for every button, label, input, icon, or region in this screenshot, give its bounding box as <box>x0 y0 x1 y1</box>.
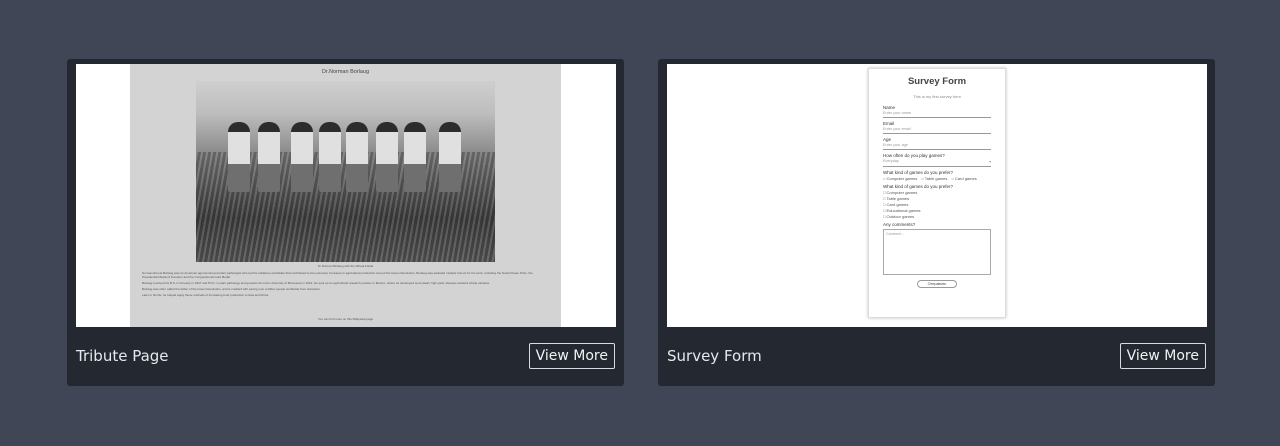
radio-option: ○ Computer games <box>883 176 918 181</box>
project-card-survey: Survey Form This is my first survey form… <box>658 59 1215 386</box>
comments-label: Any comments? <box>883 222 916 227</box>
view-more-button[interactable]: View More <box>528 343 615 369</box>
select-value: Everyday <box>883 159 899 163</box>
comments-textarea: Comment... <box>883 229 991 275</box>
survey-heading: Survey Form <box>907 76 967 87</box>
tribute-heading: Dr.Norman Borlaug <box>321 69 370 75</box>
project-title: Survey Form <box>667 347 762 365</box>
email-field: Enter your email <box>883 126 991 134</box>
project-thumbnail[interactable]: Dr.Norman Borlaug Dr Norman Borlaug with… <box>76 64 616 327</box>
project-card-tribute: Dr.Norman Borlaug Dr Norman Borlaug with… <box>67 59 624 386</box>
checkbox-option: □ Card games <box>883 202 909 207</box>
project-thumbnail[interactable]: Survey Form This is my first survey form… <box>667 64 1207 327</box>
checkbox-label: What kind of games do you prefer? <box>883 184 954 189</box>
tribute-body: Norman Ernest Borlaug was an American ag… <box>142 271 549 297</box>
tribute-paragraph: Borlaug received his B.S. in Forestry in… <box>142 281 491 285</box>
tribute-paragraph: Later in his life, he helped apply these… <box>142 293 269 297</box>
tribute-page-preview: Dr.Norman Borlaug Dr Norman Borlaug with… <box>130 64 561 327</box>
radio-label: What kind of games do you prefer? <box>883 170 954 175</box>
tribute-photo <box>196 81 495 262</box>
checkbox-option: □ Computer games <box>883 190 918 195</box>
frequency-select: Everyday ▾ <box>883 158 991 167</box>
radio-group: ○ Computer games ○ Table games ○ Card ga… <box>883 176 991 181</box>
chevron-down-icon: ▾ <box>989 160 991 164</box>
radio-option: ○ Table games <box>921 176 948 181</box>
project-title: Tribute Page <box>76 347 169 365</box>
survey-form-preview: Survey Form This is my first survey form… <box>868 68 1006 318</box>
tribute-photo-caption: Dr Norman Borlaug with the Wheat Fields <box>317 264 374 268</box>
name-field: Enter your name <box>883 110 991 118</box>
age-field: Enter your age <box>883 142 991 150</box>
tribute-paragraph: Norman Ernest Borlaug was an American ag… <box>142 271 533 279</box>
tribute-paragraph: Borlaug was often called the father of t… <box>142 287 321 291</box>
view-more-button[interactable]: View More <box>1119 343 1206 369</box>
checkbox-option: □ Outdoor games <box>883 214 915 219</box>
tribute-footer-link: You can find more on this Wikipedia page <box>317 317 374 321</box>
submit-button: Отправить <box>917 280 957 288</box>
checkbox-option: □ Table games <box>883 196 910 201</box>
checkbox-option: □ Educational games <box>883 208 921 213</box>
survey-description: This is my first survey form <box>913 94 961 99</box>
radio-option: ○ Card games <box>951 176 977 181</box>
